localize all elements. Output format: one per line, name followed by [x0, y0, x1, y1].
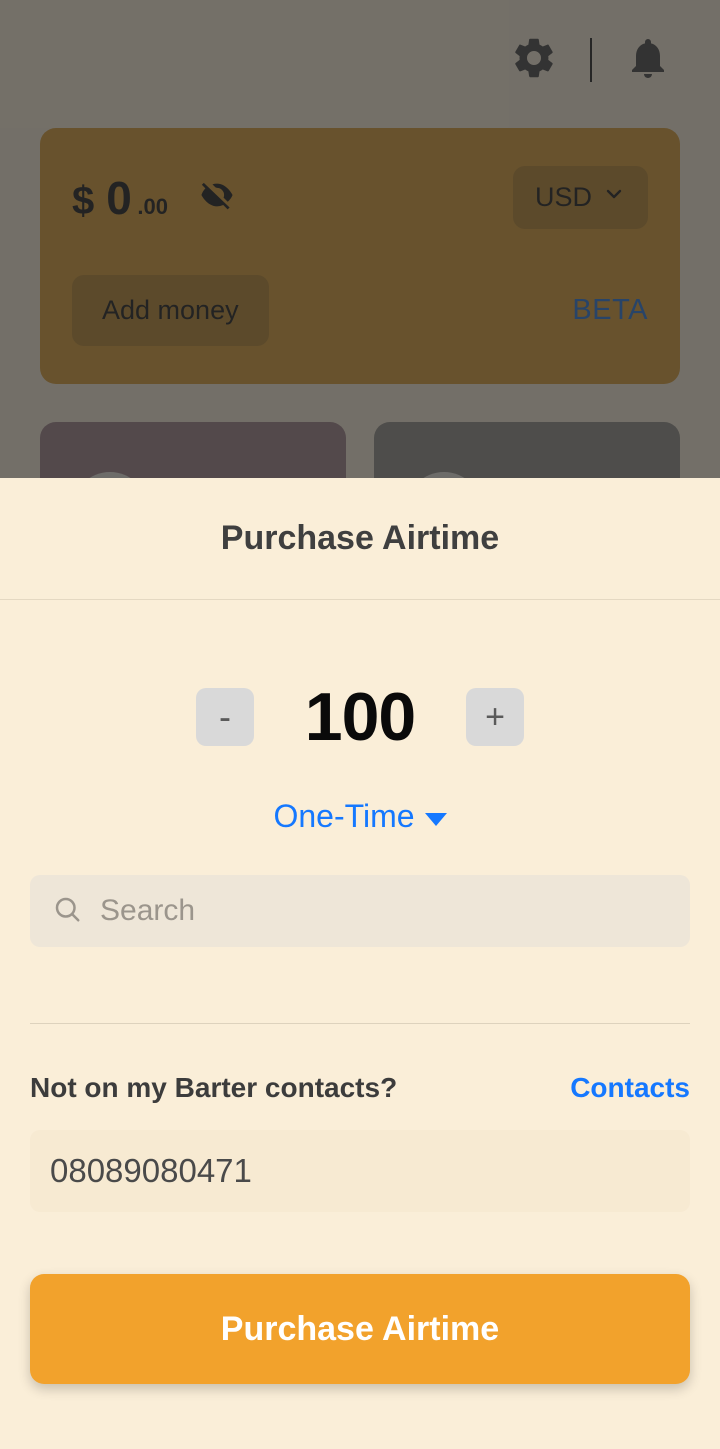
add-money-label: Add money	[102, 295, 239, 325]
balance-bottom-row: Add money BETA	[72, 275, 648, 346]
app-screen: $ 0 .00 USD Add money BETA Purchase Airt…	[0, 0, 720, 1449]
decrement-button[interactable]: -	[196, 688, 254, 746]
currency-label: USD	[534, 182, 592, 212]
eye-off-icon[interactable]	[200, 178, 234, 217]
page-title: Purchase Airtime	[220, 519, 500, 557]
app-top-bar	[0, 0, 720, 120]
balance-whole: 0	[106, 171, 132, 224]
search-placeholder: Search	[100, 894, 196, 927]
contacts-question: Not on my Barter contacts?	[30, 1072, 398, 1103]
balance-amount: $ 0 .00	[72, 171, 234, 225]
bell-icon	[624, 34, 672, 87]
balance-card: $ 0 .00 USD Add money BETA	[40, 128, 680, 384]
phone-number-field[interactable]: 08089080471	[30, 1130, 690, 1212]
section-divider	[30, 1023, 690, 1024]
purchase-airtime-label: Purchase Airtime	[220, 1309, 500, 1348]
settings-button[interactable]	[506, 32, 562, 88]
amount-stepper: - 100 +	[0, 678, 720, 756]
phone-number-value: 08089080471	[50, 1152, 252, 1189]
background-app: $ 0 .00 USD Add money BETA	[0, 0, 720, 510]
increment-button[interactable]: +	[466, 688, 524, 746]
add-money-button[interactable]: Add money	[72, 275, 269, 346]
purchase-airtime-sheet: Purchase Airtime - 100 + One-Time Search…	[0, 478, 720, 1449]
frequency-selector[interactable]: One-Time	[0, 798, 720, 835]
frequency-label: One-Time	[273, 798, 415, 834]
sheet-header: Purchase Airtime	[0, 478, 720, 600]
amount-value[interactable]: 100	[300, 678, 420, 756]
beta-badge: BETA	[572, 294, 648, 326]
gear-icon	[510, 34, 558, 87]
currency-selector[interactable]: USD	[512, 166, 648, 229]
search-field[interactable]: Search	[30, 875, 690, 947]
currency-symbol: $	[72, 178, 95, 223]
chevron-down-icon	[602, 182, 626, 213]
search-icon	[52, 894, 82, 929]
balance-top-row: $ 0 .00 USD	[72, 166, 648, 229]
purchase-airtime-button[interactable]: Purchase Airtime	[30, 1274, 690, 1384]
chevron-down-icon	[424, 813, 447, 826]
notifications-button[interactable]	[620, 32, 676, 88]
topbar-divider	[590, 38, 592, 82]
balance-decimals: .00	[137, 193, 168, 219]
contacts-prompt-row: Not on my Barter contacts? Contacts	[30, 1072, 690, 1104]
contacts-link[interactable]: Contacts	[570, 1072, 690, 1104]
